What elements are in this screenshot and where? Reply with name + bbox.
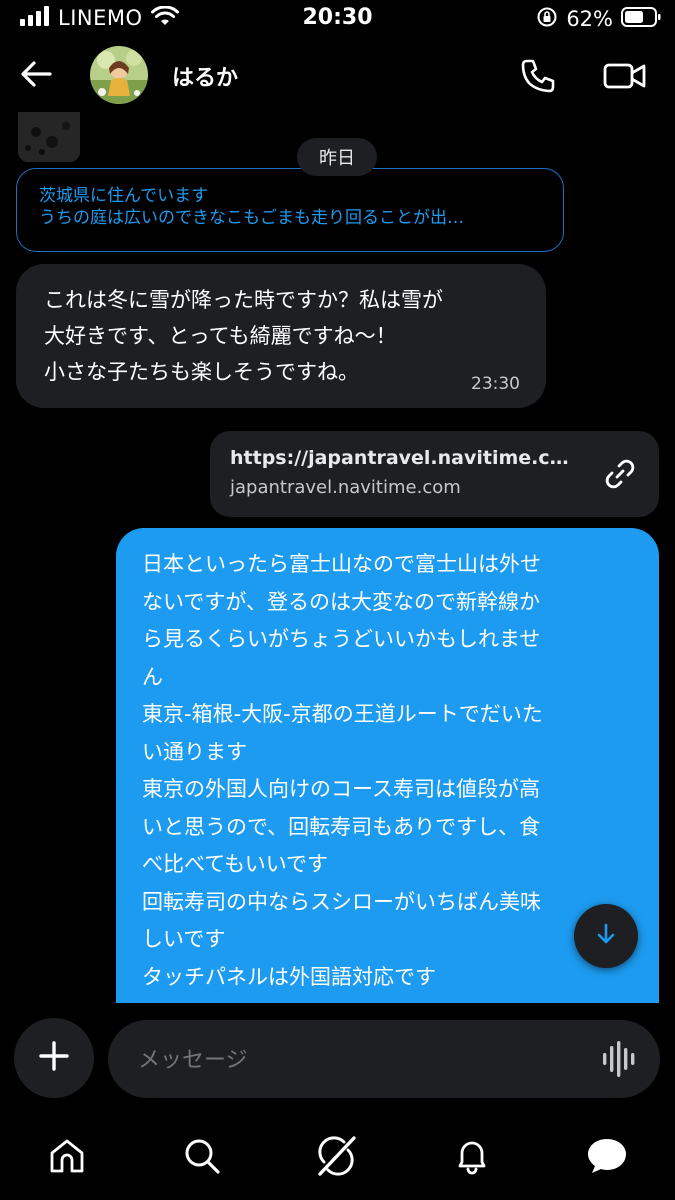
message-composer [108,1020,660,1098]
quoted-line-1: 茨城県に住んでいます [39,186,209,206]
battery-icon [621,7,661,31]
messages-icon [586,1136,628,1180]
bottom-tab-bar [0,1120,675,1200]
quoted-message-preview[interactable]: 茨城県に住んでいます うちの庭は広いのできなこもごまも走り回ることが出… [16,168,564,252]
grok-icon [314,1134,358,1182]
add-attachment-button[interactable] [14,1018,94,1098]
outgoing-message-text: 日本といったら富士山なので富士山は外せ ないですが、登るのは大変なので新幹線か … [142,552,543,989]
phone-icon [518,59,558,100]
tab-search[interactable] [180,1136,224,1180]
image-attachment[interactable] [18,112,80,162]
arrow-left-icon [20,60,52,92]
tab-notifications[interactable] [450,1136,494,1180]
bell-icon [452,1136,492,1180]
dm-screen: LINEMO 20:30 62% はるか 茨城県に住んでいます うちの庭は広いの… [0,0,675,1200]
message-timestamp: 23:30 [471,374,520,394]
scroll-to-bottom-button[interactable] [574,904,638,968]
incoming-message-text: これは冬に雪が降った時ですか？私は雪が 大好きです、とっても綺麗ですね〜！ 小さ… [44,288,443,384]
video-call-button[interactable] [602,56,648,96]
link-url: https://japantravel.navitime.co... [230,447,580,469]
home-icon [47,1136,87,1180]
message-input[interactable] [136,1038,580,1082]
tab-home[interactable] [45,1136,89,1180]
tab-grok[interactable] [314,1136,358,1180]
voice-message-button[interactable] [602,1040,638,1078]
status-right: 62% [536,6,661,32]
tab-messages[interactable] [585,1136,629,1180]
search-icon [182,1136,222,1180]
status-bar: LINEMO 20:30 62% [0,0,675,40]
waveform-icon [602,1041,638,1082]
contact-name[interactable]: はるか [172,60,238,92]
link-icon [603,457,637,491]
back-button[interactable] [16,56,56,96]
plus-icon [38,1040,70,1076]
avatar[interactable] [90,46,148,104]
link-domain: japantravel.navitime.com [230,477,461,498]
incoming-message-bubble[interactable]: これは冬に雪が降った時ですか？私は雪が 大好きです、とっても綺麗ですね〜！ 小さ… [16,264,546,408]
video-camera-icon [602,63,648,100]
call-button[interactable] [518,56,558,96]
orientation-lock-icon [536,6,558,32]
battery-percentage: 62% [566,7,613,31]
date-separator: 昨日 [297,138,377,176]
arrow-down-icon [595,922,617,950]
link-preview-card[interactable]: https://japantravel.navitime.co... japan… [210,431,659,517]
quoted-line-2: うちの庭は広いのできなこもごまも走り回ることが出… [39,208,464,228]
conversation-header: はるか [0,40,675,115]
